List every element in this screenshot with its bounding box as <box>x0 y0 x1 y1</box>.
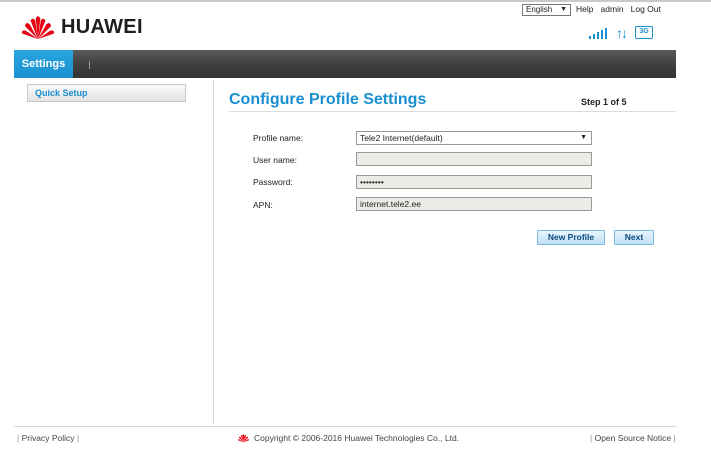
chevron-down-icon: ▼ <box>560 6 567 13</box>
step-indicator: Step 1 of 5 <box>581 97 627 107</box>
open-source-notice-link[interactable]: Open Source Notice <box>595 433 672 443</box>
nav-divider <box>89 61 90 69</box>
user-name-label: User name: <box>253 155 297 165</box>
language-select[interactable]: English ▼ <box>522 4 571 16</box>
title-divider <box>229 111 676 112</box>
new-profile-button[interactable]: New Profile <box>537 230 605 245</box>
signal-strength-icon <box>589 27 607 39</box>
password-field[interactable]: •••••••• <box>356 175 592 189</box>
huawei-logo-icon <box>237 434 250 443</box>
huawei-logo-icon <box>21 16 55 40</box>
apn-field[interactable]: internet.tele2.ee <box>356 197 592 211</box>
footer-privacy: | Privacy Policy | <box>17 433 80 443</box>
copyright-text: Copyright © 2006-2016 Huawei Technologie… <box>254 433 460 443</box>
network-3g-icon: 3G <box>635 26 653 39</box>
footer-copyright: Copyright © 2006-2016 Huawei Technologie… <box>237 433 459 443</box>
sidebar-item-quick-setup[interactable]: Quick Setup <box>27 84 186 102</box>
page-title: Configure Profile Settings <box>229 91 427 108</box>
chevron-down-icon: ▼ <box>580 134 587 141</box>
sidebar-item-label: Quick Setup <box>35 88 88 98</box>
status-icons: ↑↓ 3G <box>589 24 653 41</box>
logout-link[interactable]: Log Out <box>631 4 661 14</box>
password-label: Password: <box>253 177 293 187</box>
profile-name-select[interactable]: Tele2 Internet(default) ▼ <box>356 131 592 145</box>
huawei-logo: HUAWEI <box>19 12 143 42</box>
tab-settings-label: Settings <box>21 58 66 70</box>
profile-name-value: Tele2 Internet(default) <box>360 133 443 143</box>
footer-open-source: | Open Source Notice | <box>590 433 676 443</box>
network-badge-label: 3G <box>639 28 649 35</box>
next-button[interactable]: Next <box>614 230 654 245</box>
help-link[interactable]: Help <box>576 4 593 14</box>
language-value: English <box>526 5 553 14</box>
user-name-field[interactable] <box>356 152 592 166</box>
header-links: Help admin Log Out <box>576 4 661 14</box>
profile-name-label: Profile name: <box>253 133 304 143</box>
top-border <box>0 0 711 2</box>
brand-name: HUAWEI <box>61 15 143 38</box>
apn-label: APN: <box>253 200 273 210</box>
content-divider <box>213 80 214 424</box>
admin-link[interactable]: admin <box>600 4 623 14</box>
tab-settings[interactable]: Settings <box>14 50 73 78</box>
main-navbar: Settings <box>14 50 676 78</box>
data-transfer-icon: ↑↓ <box>616 24 628 41</box>
privacy-policy-link[interactable]: Privacy Policy <box>22 433 75 443</box>
footer-divider <box>14 426 676 427</box>
